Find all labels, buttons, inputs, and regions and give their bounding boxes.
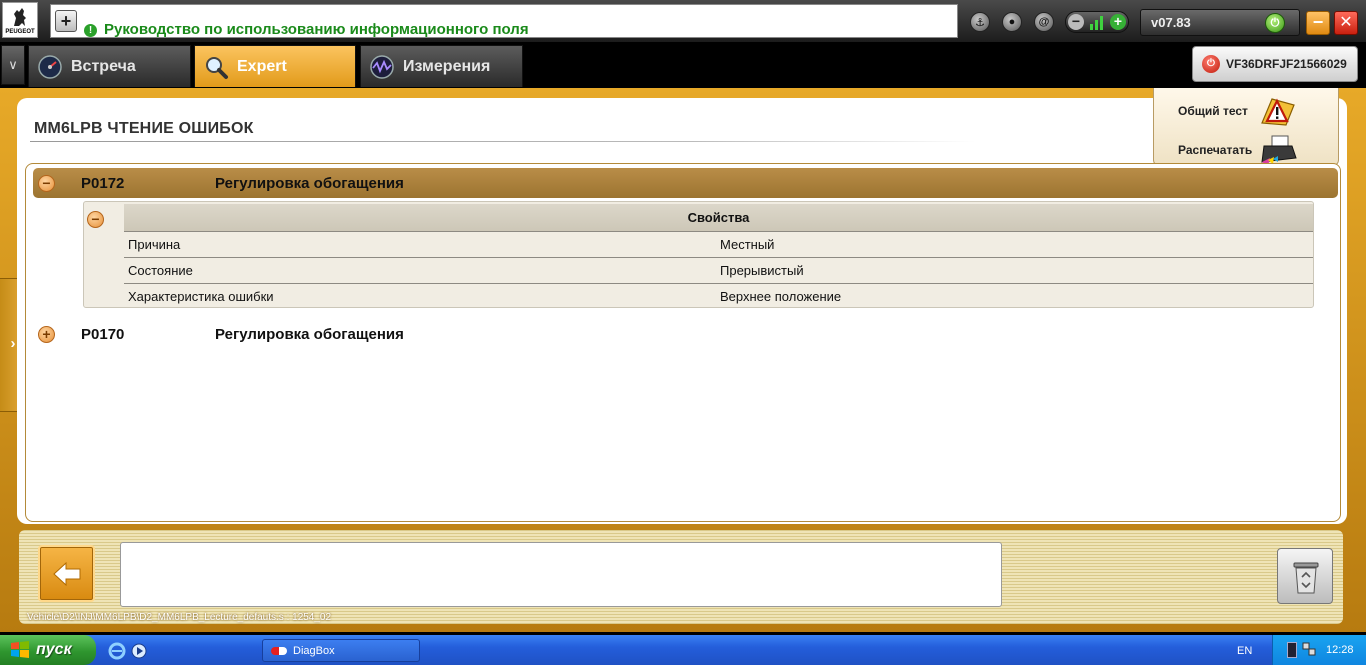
taskbar-item-diagbox[interactable]: DiagBox [262,639,420,662]
magnifier-icon [206,56,228,79]
taskbar: пуск DiagBox EN 12:28 [0,635,1366,665]
tab-measurements[interactable]: Измерения [360,45,523,87]
fault-code: P0170 [81,325,125,343]
vin-button[interactable]: ⏻ VF36DRFJF21566029 [1192,46,1358,82]
warning-icon [1261,98,1295,126]
general-test-label: Общий тест [1178,104,1248,118]
version-label: v07.83 [1151,15,1191,30]
system-tray: 12:28 [1272,635,1366,665]
volume-level-icon [1090,16,1106,30]
trash-button[interactable] [1277,548,1333,604]
fault-description: Регулировка обогащения [215,325,404,343]
property-value: Верхнее положение [720,289,842,304]
lion-logo-icon [14,7,26,26]
expand-icon[interactable]: + [38,326,55,343]
vin-label: VF36DRFJF21566029 [1226,57,1347,71]
gauge-icon [38,54,62,79]
fault-row-p0170[interactable]: + P0170 Регулировка обогащения [33,319,1338,349]
property-value: Местный [720,237,775,252]
back-button[interactable] [38,545,95,602]
minimize-button[interactable]: − [1306,11,1330,35]
tab-expert[interactable]: Expert [194,45,356,87]
version-box: v07.83 ⏻ [1140,9,1300,36]
info-text[interactable]: Руководство по использованию информацион… [104,21,529,38]
tab-bar: ∨ Встреча Expert Измерения ⏻ VF36DRFJF21… [0,42,1366,88]
start-button[interactable]: пуск [0,635,96,665]
waveform-icon [370,54,394,79]
print-label: Распечатать [1178,143,1253,157]
info-field[interactable]: + ! Руководство по использованию информа… [50,4,958,38]
clock: 12:28 [1326,644,1354,656]
usb-device-icon[interactable] [1287,642,1297,658]
start-label: пуск [36,641,72,658]
logo-text: PEUGEOT [5,28,35,35]
volume-control[interactable]: − + [1065,11,1129,33]
print-button[interactable]: Распечатать [1178,134,1298,166]
property-key: Характеристика ошибки [128,289,274,304]
volume-up-icon[interactable]: + [1110,14,1126,30]
close-button[interactable]: ✕ [1334,11,1358,35]
property-row: Характеристика ошибки Верхнее положение [124,283,1313,308]
collapse-icon[interactable]: − [38,175,55,192]
title-divider [30,141,975,142]
property-row: Причина Местный [124,231,1313,256]
tab-expert-label: Expert [237,57,287,75]
anchor-icon[interactable]: ⚓ [970,12,990,32]
diagbox-icon [271,646,287,655]
properties-header: Свойства [124,204,1313,231]
arrow-left-icon [53,561,81,587]
properties-collapse-icon[interactable]: − [87,211,104,228]
property-row: Состояние Прерывистый [124,257,1313,282]
message-box [120,542,1002,607]
power-icon: ⏻ [1202,55,1220,73]
internet-explorer-icon[interactable] [108,642,126,660]
general-test-button[interactable]: Общий тест [1178,95,1298,127]
fault-properties: − Свойства Причина Местный Состояние Пре… [83,201,1314,308]
taskbar-item-label: DiagBox [293,644,335,657]
brand-logo: PEUGEOT [2,2,38,38]
info-status-icon: ! [84,24,97,37]
fault-row-p0172[interactable]: − P0172 Регулировка обогащения [33,168,1338,198]
fault-description: Регулировка обогащения [215,174,404,192]
volume-down-icon[interactable]: − [1068,14,1084,30]
language-indicator[interactable]: EN [1237,645,1252,657]
tab-measurements-label: Измерения [403,57,491,75]
printer-icon [1261,135,1297,166]
windows-flag-icon [11,641,29,658]
fault-code: P0172 [81,174,125,192]
property-value: Прерывистый [720,263,804,278]
script-path: Vehicle\D2\INJ\MM6LPB\D2_MM6LPB_Lecture_… [27,612,332,623]
network-icon[interactable] [1302,642,1316,656]
property-key: Состояние [128,263,193,278]
top-bar: PEUGEOT + ! Руководство по использованию… [0,0,1366,42]
email-icon[interactable]: @ [1034,12,1054,32]
user-icon[interactable]: ● [1002,12,1022,32]
connection-power-icon[interactable]: ⏻ [1265,13,1285,33]
page-title: MM6LPB ЧТЕНИЕ ОШИБОК [34,120,254,137]
action-panel: Общий тест Распечатать [1153,88,1339,166]
diagbox-window: PEUGEOT + ! Руководство по использованию… [0,0,1366,665]
tab-meeting-label: Встреча [71,57,136,75]
property-key: Причина [128,237,181,252]
recycle-bin-icon [1293,562,1319,594]
add-button[interactable]: + [55,10,77,32]
tab-menu-chevron-icon[interactable]: ∨ [1,45,25,85]
media-player-icon[interactable] [130,642,148,660]
tab-meeting[interactable]: Встреча [28,45,191,87]
